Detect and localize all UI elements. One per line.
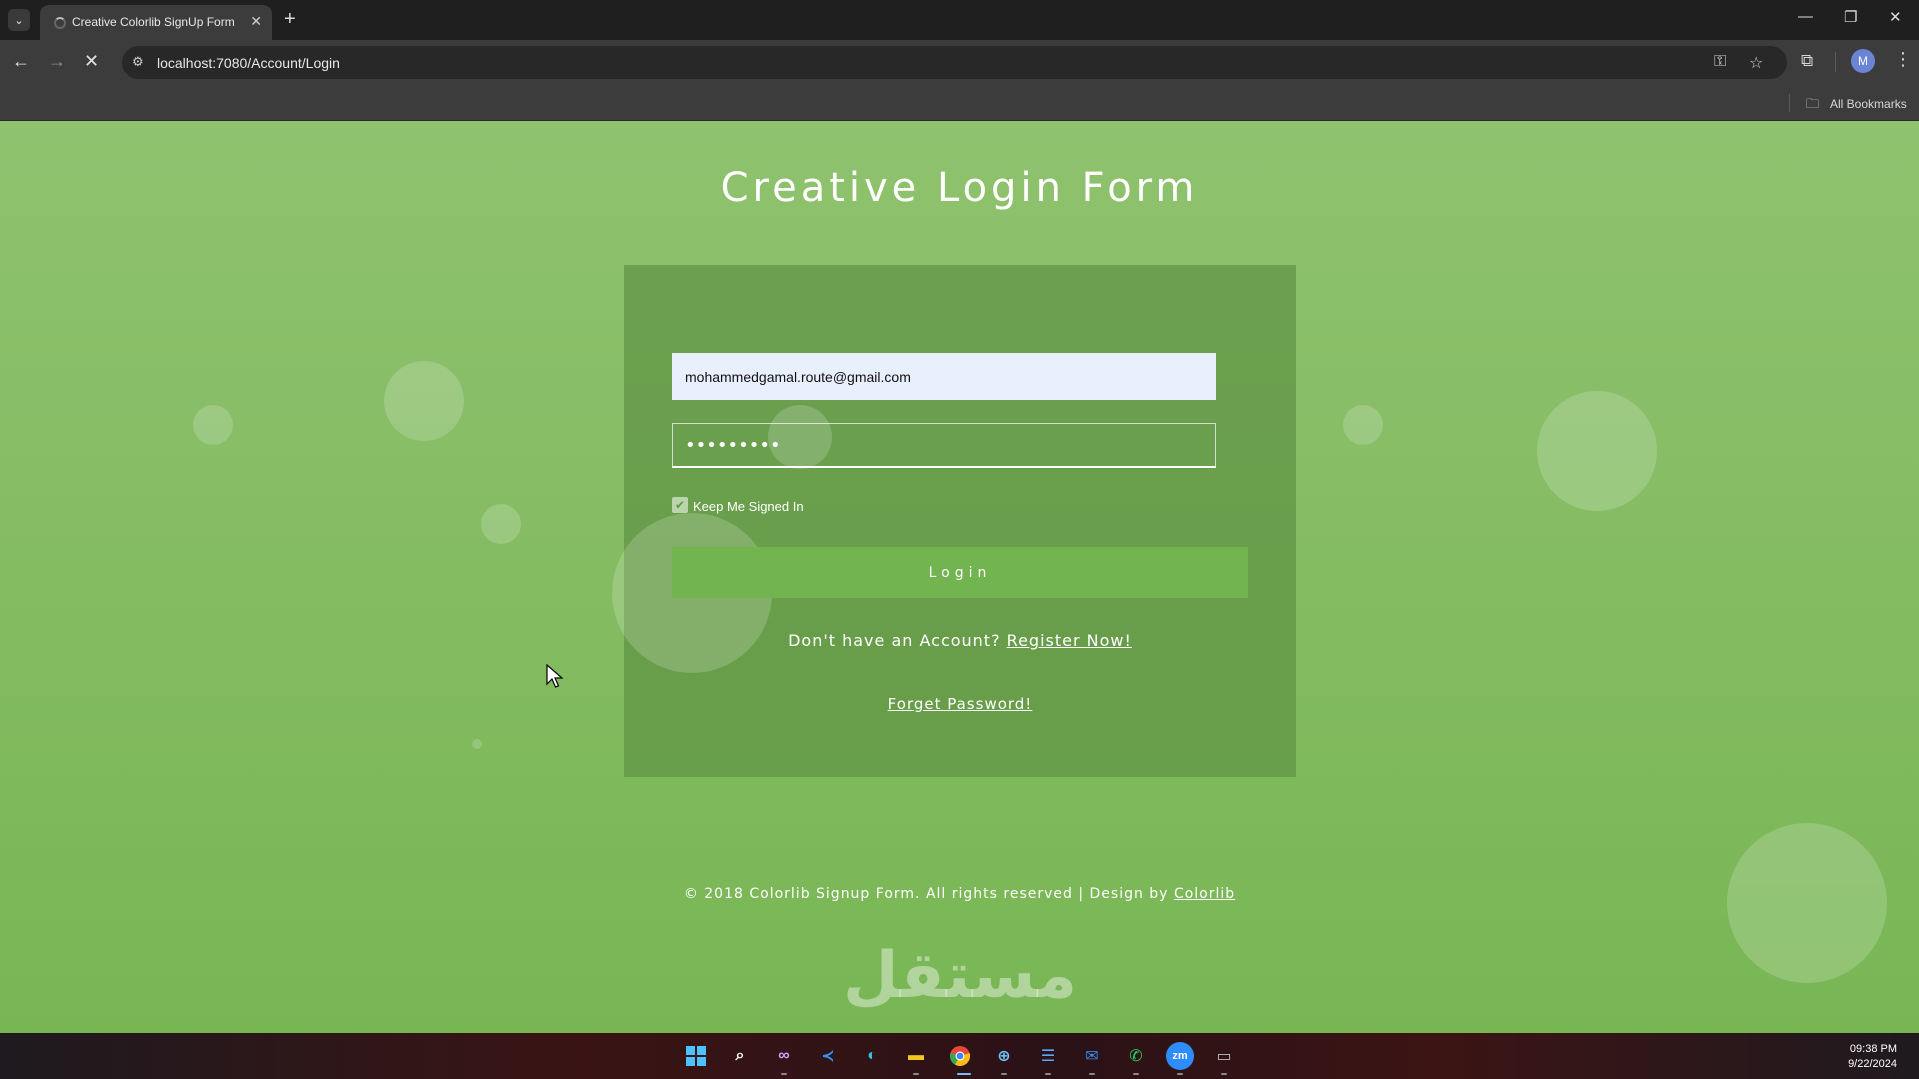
decorative-bubble	[472, 739, 482, 749]
extensions-icon[interactable]: ⧉	[1801, 51, 1813, 71]
tab-title: Creative Colorlib SignUp Form	[72, 15, 235, 29]
minimize-icon[interactable]: —	[1798, 8, 1813, 25]
tab-search-icon[interactable]: ⌄	[8, 9, 30, 31]
restore-icon[interactable]: ❐	[1844, 8, 1857, 26]
windows-taskbar: ⌕ ∞ ≺ ◐ ▬ ⊕ ☰ ✉ ✆ zm ▭ 09:38 PM 9/22/202…	[0, 1033, 1919, 1079]
clock-time: 09:38 PM	[1849, 1043, 1897, 1055]
back-icon[interactable]: ←	[12, 51, 30, 72]
mail-icon[interactable]: ✉	[1078, 1042, 1106, 1070]
profile-avatar[interactable]: M	[1851, 49, 1875, 73]
visual-studio-icon[interactable]: ∞	[770, 1042, 798, 1070]
bookmarks-divider	[1789, 94, 1790, 112]
login-page: Creative Login Form ✔ Keep Me Signed In …	[0, 121, 1919, 1033]
site-info-icon[interactable]: ⚙	[132, 54, 144, 70]
register-prompt-row: Don't have an Account? Register Now!	[624, 631, 1296, 650]
running-indicator	[781, 1073, 787, 1075]
running-indicator	[1089, 1073, 1095, 1075]
running-indicator	[913, 1073, 919, 1075]
mouse-cursor-icon	[546, 664, 564, 688]
new-tab-icon[interactable]: +	[284, 8, 296, 31]
file-explorer-icon[interactable]: ▬	[902, 1042, 930, 1070]
browser-tab-bar: ⌄ Creative Colorlib SignUp Form ✕ + — ❐ …	[0, 0, 1919, 40]
password-key-icon[interactable]: ⚿	[1714, 53, 1726, 71]
whatsapp-icon[interactable]: ✆	[1122, 1042, 1150, 1070]
register-prompt-text: Don't have an Account?	[788, 631, 1001, 650]
zoomit-icon[interactable]: ⊕	[990, 1042, 1018, 1070]
decorative-bubble	[481, 504, 521, 544]
terminal-icon[interactable]: ▭	[1210, 1042, 1238, 1070]
running-indicator	[1045, 1073, 1051, 1075]
bookmarks-bar: 🗀 All Bookmarks	[0, 85, 1919, 121]
forward-icon[interactable]: →	[48, 51, 66, 72]
running-indicator	[1221, 1073, 1227, 1075]
login-card: ✔ Keep Me Signed In Login Don't have an …	[612, 265, 1296, 777]
decorative-bubble	[1537, 391, 1657, 511]
running-indicator	[1133, 1073, 1139, 1075]
browser-toolbar: ← → ✕ ⚙ localhost:7080/Account/Login ⚿ ☆…	[0, 40, 1919, 85]
loading-spinner-icon	[54, 17, 66, 29]
address-bar[interactable]: ⚙ localhost:7080/Account/Login ⚿ ☆	[122, 46, 1787, 79]
search-icon[interactable]: ⌕	[726, 1042, 754, 1070]
page-title: Creative Login Form	[720, 165, 1199, 211]
vscode-icon[interactable]: ≺	[814, 1042, 842, 1070]
forget-password-link[interactable]: Forget Password!	[888, 695, 1033, 713]
clock-date: 9/22/2024	[1848, 1058, 1897, 1070]
decorative-bubble	[1343, 405, 1383, 445]
watermark-arabic: مستقل	[842, 939, 1078, 1013]
keep-signed-in-label: Keep Me Signed In	[693, 499, 804, 514]
windows-start-icon[interactable]	[682, 1042, 710, 1070]
keep-signed-in-checkbox[interactable]: ✔	[672, 497, 688, 513]
browser-tab[interactable]: Creative Colorlib SignUp Form ✕	[40, 5, 272, 40]
zoom-icon[interactable]: zm	[1166, 1042, 1194, 1070]
browser-menu-icon[interactable]: ⋮	[1894, 49, 1912, 70]
active-indicator	[957, 1073, 971, 1075]
bookmark-star-icon[interactable]: ☆	[1749, 53, 1763, 73]
all-bookmarks-link[interactable]: All Bookmarks	[1830, 97, 1907, 111]
forget-password-row: Forget Password!	[624, 695, 1296, 713]
login-button[interactable]: Login	[672, 547, 1248, 598]
register-now-link[interactable]: Register Now!	[1007, 631, 1132, 650]
edge-icon[interactable]: ◐	[858, 1042, 886, 1070]
decorative-bubble	[768, 405, 832, 469]
close-window-icon[interactable]: ✕	[1889, 8, 1902, 26]
footer-text: © 2018 Colorlib Signup Form. All rights …	[683, 886, 1169, 902]
decorative-bubble	[1727, 823, 1887, 983]
notepad-icon[interactable]: ☰	[1034, 1042, 1062, 1070]
chrome-icon[interactable]	[946, 1042, 974, 1070]
decorative-bubble	[193, 405, 233, 445]
stop-loading-icon[interactable]: ✕	[84, 51, 99, 72]
address-url: localhost:7080/Account/Login	[157, 55, 340, 71]
colorlib-link[interactable]: Colorlib	[1174, 886, 1235, 902]
system-clock[interactable]: 09:38 PM 9/22/2024	[1848, 1042, 1897, 1072]
password-field[interactable]	[672, 423, 1216, 468]
toolbar-divider	[1835, 52, 1836, 72]
footer: © 2018 Colorlib Signup Form. All rights …	[0, 886, 1919, 902]
email-field[interactable]	[672, 353, 1216, 400]
mostaql-watermark: مستقل	[840, 941, 1080, 1011]
keep-signed-in-row[interactable]: ✔ Keep Me Signed In	[672, 496, 804, 514]
decorative-bubble	[384, 361, 464, 441]
folder-icon[interactable]: 🗀	[1806, 95, 1819, 117]
running-indicator	[1001, 1073, 1007, 1075]
running-indicator	[1177, 1073, 1183, 1075]
close-tab-icon[interactable]: ✕	[250, 13, 262, 30]
